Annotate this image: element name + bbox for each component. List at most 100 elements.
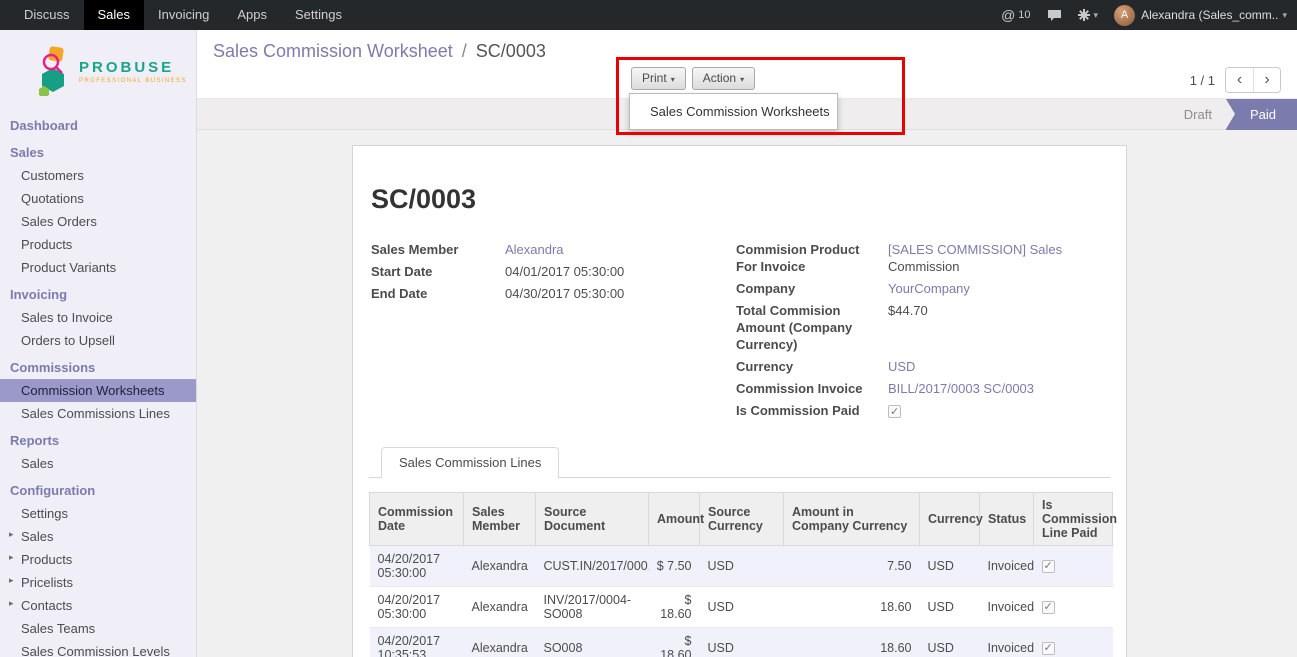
field-label-sales-member: Sales Member [371,241,505,258]
topbar-menu-discuss[interactable]: Discuss [10,0,84,30]
sidebar-heading-configuration[interactable]: Configuration [0,479,196,502]
sidebar-item-pricelists[interactable]: ▸Pricelists [0,571,196,594]
col-header-commission-date[interactable]: Commission Date [370,493,464,546]
sidebar-heading-commissions[interactable]: Commissions [0,356,196,379]
field-label-commission-invoice: Commission Invoice [736,380,888,397]
col-header-status[interactable]: Status [980,493,1034,546]
topbar-menu-settings[interactable]: Settings [281,0,356,30]
debug-icon [1078,9,1090,21]
sidebar-item-product-variants[interactable]: Product Variants [0,256,196,279]
notebook-tabs: Sales Commission Lines [369,446,1110,478]
col-header-source-document[interactable]: Source Document [536,493,649,546]
field-label-is-commission-paid: Is Commission Paid [736,402,888,419]
sidebar-item-orders-to-upsell[interactable]: Orders to Upsell [0,329,196,352]
probuse-logo-icon [36,46,72,96]
print-dropdown-menu: Sales Commission Worksheets [629,93,838,130]
form-sheet: SC/0003 Sales Member Alexandra Start Dat… [352,145,1127,657]
messages-button[interactable] [1047,9,1062,22]
pager: 1 / 1 ‹ › [1190,67,1281,93]
col-header-line-paid[interactable]: Is Commission Line Paid [1034,493,1113,546]
col-header-currency[interactable]: Currency [920,493,980,546]
debug-menu-button[interactable]: ▾ [1078,9,1099,21]
fields-right-column: Commision Product For Invoice [SALES COM… [736,241,1108,424]
line-paid-checkbox[interactable] [1042,560,1055,573]
sidebar-heading-dashboard[interactable]: Dashboard [0,114,196,137]
sidebar-item-settings[interactable]: Settings [0,502,196,525]
mention-button[interactable]: @ 10 [1001,7,1030,23]
breadcrumb-current: SC/0003 [476,41,546,61]
cell-amount: $ 7.50 [649,546,700,587]
chevron-down-icon: ▾ [1282,10,1287,21]
pager-previous-button[interactable]: ‹ [1226,68,1253,92]
sidebar-item-customers[interactable]: Customers [0,164,196,187]
cell-date: 04/20/2017 05:30:00 [370,546,464,587]
sidebar-item-config-sales[interactable]: ▸Sales [0,525,196,548]
field-value-currency[interactable]: USD [888,358,1108,375]
field-label-commission-product: Commision Product For Invoice [736,241,888,275]
topbar-menu-invoicing[interactable]: Invoicing [144,0,223,30]
col-header-source-currency[interactable]: Source Currency [700,493,784,546]
sidebar-item-sales-teams[interactable]: Sales Teams [0,617,196,640]
table-row[interactable]: 04/20/2017 05:30:00 Alexandra CUST.IN/20… [370,546,1113,587]
sidebar-item-commission-worksheets[interactable]: Commission Worksheets [0,379,196,402]
sidebar-item-sales-commissions-lines[interactable]: Sales Commissions Lines [0,402,196,425]
expand-arrow-icon[interactable]: ▸ [9,598,14,609]
status-draft[interactable]: Draft [1170,99,1226,130]
col-header-amount[interactable]: Amount [649,493,700,546]
tab-sales-commission-lines[interactable]: Sales Commission Lines [381,447,559,478]
cell-currency: USD [920,587,980,628]
expand-arrow-icon[interactable]: ▸ [9,552,14,563]
sidebar-item-sales-to-invoice[interactable]: Sales to Invoice [0,306,196,329]
field-value-company[interactable]: YourCompany [888,280,1108,297]
cell-member: Alexandra [464,587,536,628]
table-row[interactable]: 04/20/2017 05:30:00 Alexandra INV/2017/0… [370,587,1113,628]
action-button[interactable]: Action▾ [692,67,755,90]
sidebar-item-quotations[interactable]: Quotations [0,187,196,210]
sidebar-item-contacts[interactable]: ▸Contacts [0,594,196,617]
sidebar-heading-reports[interactable]: Reports [0,429,196,452]
sidebar-heading-invoicing[interactable]: Invoicing [0,283,196,306]
sidebar-item-products[interactable]: Products [0,233,196,256]
commission-product-line2: Commission [888,258,1108,275]
breadcrumb-parent-link[interactable]: Sales Commission Worksheet [213,41,453,61]
field-label-end-date: End Date [371,285,505,302]
cell-source-currency: USD [700,546,784,587]
cell-member: Alexandra [464,546,536,587]
topbar-menu-sales[interactable]: Sales [84,0,145,30]
cell-currency: USD [920,546,980,587]
sidebar-item-sales-commission-levels[interactable]: Sales Commission Levels [0,640,196,657]
line-paid-checkbox[interactable] [1042,642,1055,655]
user-menu-button[interactable]: A Alexandra (Sales_comm.. ▾ [1114,5,1287,26]
sidebar-heading-sales[interactable]: Sales [0,141,196,164]
is-commission-paid-checkbox[interactable] [888,405,901,418]
expand-arrow-icon[interactable]: ▸ [9,529,14,540]
probuse-logo-text: PROBUSE PROFESSIONAL BUSINESS [79,59,187,84]
cell-amount: $ 18.60 [649,587,700,628]
cell-company-amount: 18.60 [784,587,920,628]
sidebar-item-reports-sales[interactable]: Sales [0,452,196,475]
pager-next-button[interactable]: › [1253,68,1280,92]
sidebar-item-sales-orders[interactable]: Sales Orders [0,210,196,233]
top-navbar: Discuss Sales Invoicing Apps Settings @ … [0,0,1297,30]
logo-subtitle: PROFESSIONAL BUSINESS [79,78,187,84]
cell-source: SO008 [536,628,649,657]
dropdown-item-sales-commission-worksheets[interactable]: Sales Commission Worksheets [630,98,837,125]
field-value-commission-invoice[interactable]: BILL/2017/0003 SC/0003 [888,380,1108,397]
print-button[interactable]: Print▾ [631,67,686,90]
field-value-commission-product[interactable]: [SALES COMMISSION] Sales Commission [888,241,1108,275]
field-value-sales-member[interactable]: Alexandra [505,241,736,258]
commission-product-link[interactable]: [SALES COMMISSION] Sales [888,241,1108,258]
field-value-end-date: 04/30/2017 05:30:00 [505,285,736,302]
col-header-amount-company-currency[interactable]: Amount in Company Currency [784,493,920,546]
probuse-logo: PROBUSE PROFESSIONAL BUSINESS [0,30,196,110]
topbar-menu-apps[interactable]: Apps [223,0,281,30]
breadcrumb-separator: / [462,41,467,61]
col-header-sales-member[interactable]: Sales Member [464,493,536,546]
expand-arrow-icon[interactable]: ▸ [9,575,14,586]
field-value-start-date: 04/01/2017 05:30:00 [505,263,736,280]
cell-member: Alexandra [464,628,536,657]
table-row[interactable]: 04/20/2017 10:35:53 Alexandra SO008 $ 18… [370,628,1113,657]
line-paid-checkbox[interactable] [1042,601,1055,614]
status-paid[interactable]: Paid [1226,99,1297,130]
sidebar-item-config-products[interactable]: ▸Products [0,548,196,571]
